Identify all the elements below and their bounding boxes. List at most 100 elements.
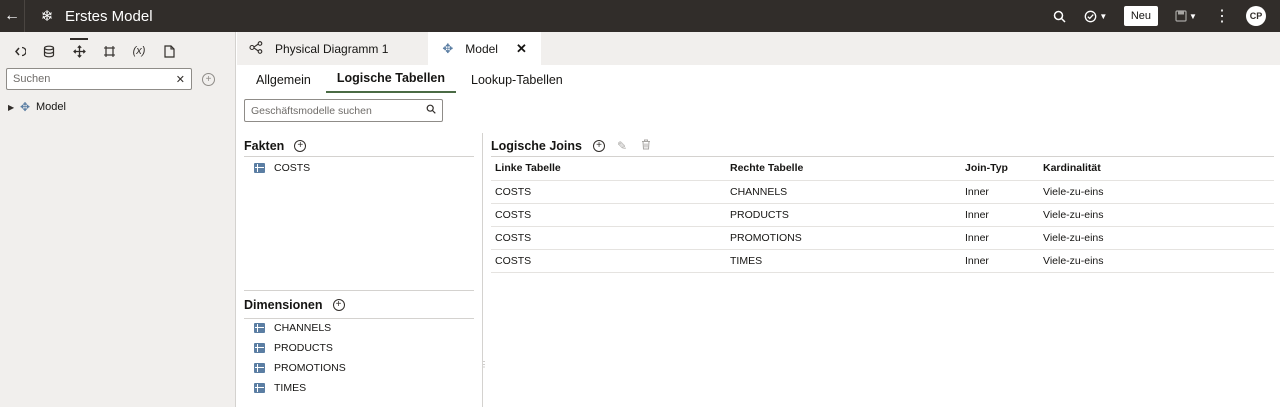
- table-cell: Inner: [961, 249, 1039, 273]
- check-circle-icon: [1084, 10, 1097, 22]
- dimensions-header: Dimensionen +: [244, 290, 474, 319]
- save-icon: [1175, 10, 1187, 22]
- variable-label: (x): [132, 45, 146, 57]
- table-cell: Inner: [961, 203, 1039, 227]
- dimension-item[interactable]: CHANNELS: [244, 318, 474, 338]
- tab-label: Model: [465, 41, 498, 56]
- joins-table: Linke Tabelle Rechte Tabelle Join-Typ Ka…: [491, 157, 1274, 273]
- subtab-lookup-tabellen[interactable]: Lookup-Tabellen: [460, 73, 574, 93]
- column-header[interactable]: Kardinalität: [1039, 157, 1274, 181]
- dimension-label: PROMOTIONS: [274, 362, 346, 374]
- tab-label: Physical Diagramm 1: [275, 41, 389, 56]
- edit-pencil-icon[interactable]: ✎: [617, 139, 627, 153]
- delete-trash-icon[interactable]: [641, 139, 651, 153]
- table-icon: [254, 363, 265, 373]
- model-icon: ❄: [40, 8, 54, 25]
- add-source-icon[interactable]: [4, 36, 34, 66]
- add-dimension-button[interactable]: +: [332, 298, 345, 311]
- table-cell: CHANNELS: [726, 180, 961, 204]
- frame-icon[interactable]: [94, 36, 124, 66]
- diagram-icon: [249, 40, 263, 57]
- left-panel: (x) ✕ + ▶ ✥ Model: [0, 32, 236, 407]
- table-cell: COSTS: [491, 180, 726, 204]
- model-icon: ✥: [20, 100, 31, 114]
- model-icon[interactable]: [64, 36, 94, 66]
- validate-menu-button[interactable]: ▼: [1076, 0, 1116, 32]
- search-icon[interactable]: [426, 104, 436, 117]
- table-row[interactable]: COSTS PROMOTIONS Inner Viele-zu-eins: [491, 226, 1274, 250]
- subtabs: Allgemein Logische Tabellen Lookup-Tabel…: [237, 65, 1280, 93]
- table-cell: Inner: [961, 226, 1039, 250]
- facts-header: Fakten +: [244, 135, 474, 157]
- table-cell: Viele-zu-eins: [1039, 249, 1274, 273]
- search-icon[interactable]: [1044, 0, 1076, 32]
- tree-item-label: Model: [36, 101, 66, 113]
- dimensions-section: Dimensionen + CHANNELS PRODUCTS PROMOTIO…: [244, 290, 474, 398]
- table-icon: [254, 343, 265, 353]
- tab-physical-diagram[interactable]: Physical Diagramm 1: [237, 32, 428, 65]
- dimension-label: CHANNELS: [274, 322, 332, 334]
- search-input[interactable]: [13, 73, 176, 85]
- table-cell: TIMES: [726, 249, 961, 273]
- model-icon: ✥: [442, 40, 454, 56]
- table-cell: COSTS: [491, 203, 726, 227]
- dimension-item[interactable]: TIMES: [244, 378, 474, 398]
- business-model-search-input[interactable]: [251, 104, 426, 117]
- back-arrow-icon[interactable]: ←: [0, 0, 24, 32]
- table-cell: PROMOTIONS: [726, 226, 961, 250]
- facts-title: Fakten: [244, 138, 285, 153]
- page-title: Erstes Model: [65, 7, 153, 25]
- logical-tables-panel: Fakten + COSTS Dimensionen + CHANNELS PR…: [244, 135, 474, 407]
- chevron-down-icon: ▼: [1099, 11, 1108, 21]
- table-header-row: Linke Tabelle Rechte Tabelle Join-Typ Ka…: [491, 157, 1274, 181]
- joins-title: Logische Joins: [491, 138, 582, 153]
- column-header[interactable]: Linke Tabelle: [491, 157, 726, 181]
- document-tabs: Physical Diagramm 1 ✥ Model ✕: [237, 32, 1280, 65]
- close-icon[interactable]: ✕: [516, 41, 527, 57]
- dimension-item[interactable]: PROMOTIONS: [244, 358, 474, 378]
- dimension-label: TIMES: [274, 382, 307, 394]
- joins-header: Logische Joins + ✎: [491, 135, 1274, 157]
- subtab-logische-tabellen[interactable]: Logische Tabellen: [325, 71, 457, 93]
- table-cell: COSTS: [491, 249, 726, 273]
- document-icon[interactable]: [154, 36, 184, 66]
- table-row[interactable]: COSTS TIMES Inner Viele-zu-eins: [491, 249, 1274, 273]
- more-options-icon[interactable]: ⋮: [1206, 0, 1238, 32]
- table-cell: Inner: [961, 180, 1039, 204]
- dimensions-title: Dimensionen: [244, 297, 323, 312]
- tree-item-model[interactable]: ▶ ✥ Model: [0, 98, 235, 116]
- close-icon[interactable]: ✕: [176, 73, 185, 86]
- table-cell: Viele-zu-eins: [1039, 226, 1274, 250]
- table-icon: [254, 163, 265, 173]
- add-circle-icon[interactable]: +: [202, 72, 215, 86]
- table-row[interactable]: COSTS PRODUCTS Inner Viele-zu-eins: [491, 203, 1274, 227]
- top-bar: ← ❄ Erstes Model ▼ Neu ▼ ⋮ CP: [0, 0, 1280, 32]
- drag-handle-icon[interactable]: ⋮: [480, 361, 488, 375]
- table-cell: PRODUCTS: [726, 203, 961, 227]
- fact-label: COSTS: [274, 162, 311, 174]
- column-header[interactable]: Join-Typ: [961, 157, 1039, 181]
- fact-item[interactable]: COSTS: [244, 158, 474, 178]
- tab-model[interactable]: ✥ Model ✕: [428, 32, 541, 65]
- search-field[interactable]: ✕: [6, 68, 192, 90]
- left-toolbar: (x): [0, 32, 235, 70]
- logical-joins-panel: Logische Joins + ✎ Linke Tabelle Rechte …: [491, 135, 1274, 273]
- chevron-right-icon[interactable]: ▶: [8, 103, 20, 112]
- database-icon[interactable]: [34, 36, 64, 66]
- subtab-allgemein[interactable]: Allgemein: [245, 73, 322, 93]
- column-header[interactable]: Rechte Tabelle: [726, 157, 961, 181]
- add-fact-button[interactable]: +: [294, 139, 307, 152]
- table-row[interactable]: COSTS CHANNELS Inner Viele-zu-eins: [491, 180, 1274, 204]
- divider: [24, 0, 25, 32]
- variable-icon[interactable]: (x): [124, 36, 154, 66]
- add-join-button[interactable]: +: [593, 139, 605, 152]
- table-icon: [254, 323, 265, 333]
- table-icon: [254, 383, 265, 393]
- dimension-item[interactable]: PRODUCTS: [244, 338, 474, 358]
- dimension-label: PRODUCTS: [274, 342, 333, 354]
- business-model-search-field[interactable]: [244, 99, 443, 122]
- table-cell: Viele-zu-eins: [1039, 203, 1274, 227]
- avatar[interactable]: CP: [1246, 6, 1266, 26]
- save-menu-button[interactable]: ▼: [1166, 0, 1206, 32]
- new-button[interactable]: Neu: [1123, 6, 1158, 26]
